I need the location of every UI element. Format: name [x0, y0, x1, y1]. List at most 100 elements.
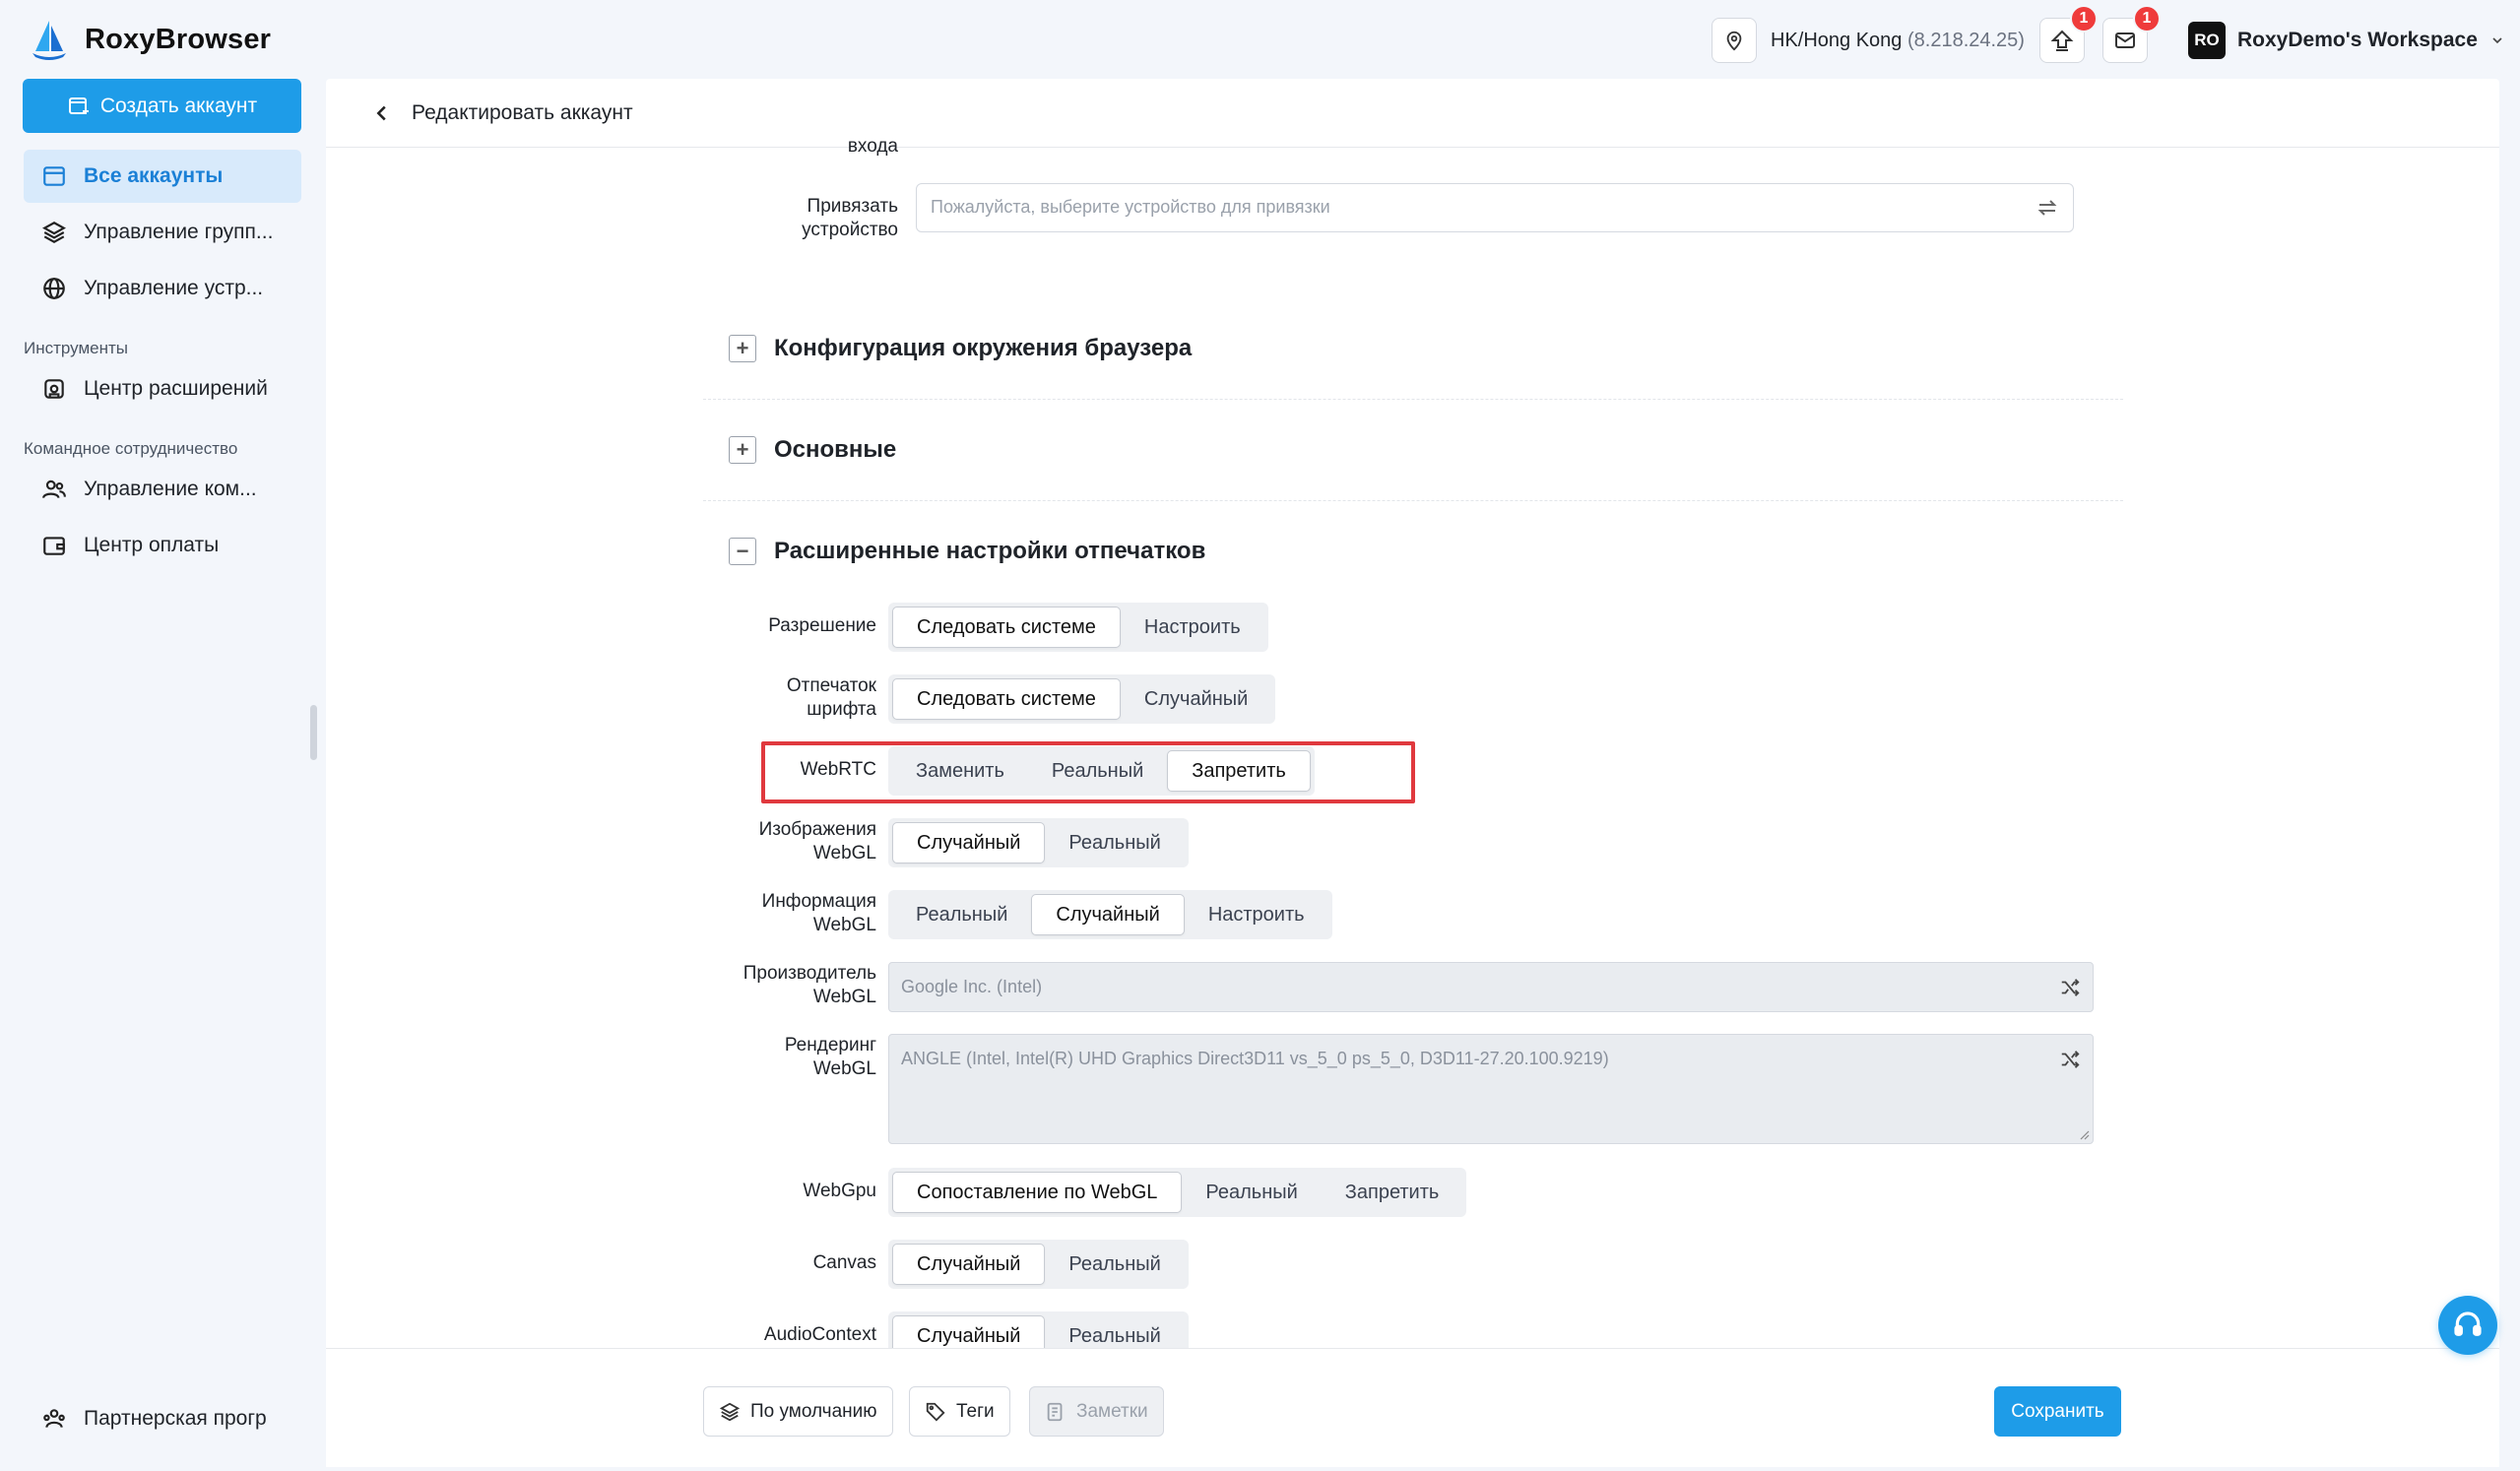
- webgl-image-segmented[interactable]: Случайный Реальный: [888, 818, 1189, 867]
- proxy-indicator[interactable]: HK/Hong Kong (8.218.24.25): [1712, 18, 2025, 63]
- update-badge: 1: [2070, 5, 2098, 32]
- swap-icon[interactable]: [2035, 196, 2059, 220]
- webrtc-option-real[interactable]: Реальный: [1028, 750, 1167, 792]
- audio-option-random[interactable]: Случайный: [892, 1315, 1046, 1348]
- save-button[interactable]: Сохранить: [1994, 1386, 2121, 1437]
- audio-row-clip: AudioContext Случайный Реальный: [689, 1300, 2166, 1348]
- sidebar-section-team: Командное сотрудничество: [24, 439, 238, 458]
- webrtc-label: WebRTC: [800, 759, 876, 780]
- app-name: RoxyBrowser: [85, 23, 272, 55]
- sidebar-item-billing[interactable]: Центр оплаты: [24, 519, 301, 572]
- mail-icon: [2115, 32, 2135, 48]
- create-account-label: Создать аккаунт: [99, 94, 258, 117]
- webgl-renderer-field: ANGLE (Intel, Intel(R) UHD Graphics Dire…: [888, 1034, 2094, 1144]
- shuffle-icon[interactable]: [2059, 1049, 2081, 1070]
- audio-label: AudioContext: [763, 1324, 876, 1345]
- webgl-image-option-random[interactable]: Случайный: [892, 822, 1046, 863]
- proxy-ip: (8.218.24.25): [1906, 29, 2025, 51]
- webgl-info-option-random[interactable]: Случайный: [1031, 894, 1185, 935]
- section-browser-env[interactable]: + Конфигурация окружения браузера: [729, 335, 1192, 362]
- section-advanced[interactable]: − Расширенные настройки отпечатков: [729, 538, 1205, 565]
- bind-device-placeholder: Пожалуйста, выберите устройство для прив…: [931, 197, 1330, 217]
- roxy-logo-icon: [32, 21, 66, 60]
- sidebar-resize-handle[interactable]: [310, 705, 317, 760]
- default-button[interactable]: По умолчанию: [703, 1386, 893, 1437]
- wallet-icon: [40, 532, 68, 559]
- font-label-line1: Отпечаток: [786, 675, 876, 696]
- webgl-info-label: Информация WebGL: [689, 890, 876, 937]
- webgl-image-label-line2: WebGL: [812, 843, 876, 863]
- canvas-option-random[interactable]: Случайный: [892, 1244, 1046, 1285]
- shuffle-icon[interactable]: [2059, 977, 2081, 998]
- chevron-left-icon: [376, 105, 386, 121]
- resolution-segmented[interactable]: Следовать системе Настроить: [888, 603, 1268, 652]
- sidebar-item-groups[interactable]: Управление групп...: [24, 206, 301, 259]
- sidebar-item-label: Центр расширений: [84, 377, 268, 400]
- canvas-segmented[interactable]: Случайный Реальный: [888, 1240, 1189, 1289]
- workspace-switcher[interactable]: RO RoxyDemo's Workspace: [2188, 22, 2505, 59]
- extension-icon: [40, 375, 68, 403]
- upload-house-icon: [2050, 30, 2074, 51]
- font-segmented[interactable]: Следовать системе Случайный: [888, 674, 1276, 724]
- location-button[interactable]: [1712, 18, 1757, 63]
- resize-grip-icon[interactable]: [2078, 1128, 2090, 1140]
- section-divider: [703, 500, 2123, 501]
- proxy-text: HK/Hong Kong (8.218.24.25): [1771, 30, 2025, 52]
- support-button[interactable]: [2438, 1296, 2497, 1355]
- section-title: Основные: [774, 436, 897, 463]
- partner-users-icon: [40, 1405, 68, 1433]
- sidebar-item-partner[interactable]: Партнерская прогр: [24, 1392, 301, 1445]
- sidebar-item-label: Центр оплаты: [84, 534, 220, 556]
- webgl-info-option-custom[interactable]: Настроить: [1185, 894, 1328, 935]
- bind-device-select[interactable]: Пожалуйста, выберите устройство для прив…: [916, 183, 2074, 232]
- section-title: Конфигурация окружения браузера: [774, 335, 1193, 361]
- webgpu-option-disable[interactable]: Запретить: [1322, 1172, 1463, 1213]
- webgl-vendor-label: Производитель WebGL: [689, 962, 876, 1009]
- audio-segmented[interactable]: Случайный Реальный: [888, 1311, 1189, 1348]
- tag-icon: [926, 1402, 945, 1422]
- update-button[interactable]: 1: [2039, 5, 2098, 63]
- back-button[interactable]: [367, 98, 397, 128]
- expand-plus-icon: +: [729, 436, 756, 464]
- webgl-vendor-label-line2: WebGL: [812, 987, 876, 1007]
- add-window-icon: [68, 96, 89, 114]
- notes-button[interactable]: Заметки: [1029, 1386, 1164, 1437]
- webgl-image-option-real[interactable]: Реальный: [1045, 822, 1184, 863]
- webgl-info-label-line1: Информация: [761, 891, 876, 912]
- tags-button[interactable]: Теги: [909, 1386, 1010, 1437]
- sidebar-item-devices[interactable]: Управление устр...: [24, 262, 301, 315]
- notes-icon: [1047, 1402, 1063, 1421]
- webrtc-option-disable[interactable]: Запретить: [1167, 750, 1311, 792]
- sidebar-item-extensions[interactable]: Центр расширений: [24, 362, 301, 416]
- sidebar-item-all-accounts[interactable]: Все аккаунты: [24, 150, 301, 203]
- webgl-info-segmented[interactable]: Реальный Случайный Настроить: [888, 890, 1332, 939]
- resolution-option-system[interactable]: Следовать системе: [892, 607, 1121, 648]
- bind-device-label-line2: устройство: [802, 220, 898, 240]
- sidebar-item-label: Управление групп...: [84, 221, 274, 243]
- sidebar-item-label: Управление устр...: [84, 277, 264, 299]
- webrtc-option-replace[interactable]: Заменить: [892, 750, 1028, 792]
- webgpu-segmented[interactable]: Сопоставление по WebGL Реальный Запретит…: [888, 1168, 1467, 1217]
- font-option-system[interactable]: Следовать системе: [892, 678, 1121, 720]
- mail-button[interactable]: 1: [2102, 5, 2161, 63]
- font-option-random[interactable]: Случайный: [1121, 678, 1271, 720]
- webgl-info-option-real[interactable]: Реальный: [892, 894, 1031, 935]
- sidebar-section-tools: Инструменты: [24, 339, 129, 357]
- sidebar-item-team[interactable]: Управление ком...: [24, 463, 301, 516]
- audio-option-real[interactable]: Реальный: [1045, 1315, 1184, 1348]
- create-account-button[interactable]: Создать аккаунт: [23, 79, 301, 133]
- webgpu-option-real[interactable]: Реальный: [1182, 1172, 1321, 1213]
- font-label: Отпечаток шрифта: [689, 674, 876, 722]
- webgl-vendor-field: Google Inc. (Intel): [888, 962, 2094, 1012]
- webgpu-label: WebGpu: [803, 1181, 876, 1201]
- workspace-name: RoxyDemo's Workspace: [2237, 29, 2478, 51]
- webrtc-segmented[interactable]: Заменить Реальный Запретить: [888, 746, 1315, 796]
- webgl-vendor-value: Google Inc. (Intel): [901, 977, 1043, 996]
- webgl-vendor-label-line1: Производитель: [743, 963, 876, 984]
- webgpu-option-match[interactable]: Сопоставление по WebGL: [892, 1172, 1183, 1213]
- section-basic[interactable]: + Основные: [729, 436, 896, 464]
- globe-icon: [40, 275, 68, 302]
- webgl-renderer-label-line2: WebGL: [812, 1058, 876, 1079]
- resolution-option-custom[interactable]: Настроить: [1121, 607, 1264, 648]
- canvas-option-real[interactable]: Реальный: [1045, 1244, 1184, 1285]
